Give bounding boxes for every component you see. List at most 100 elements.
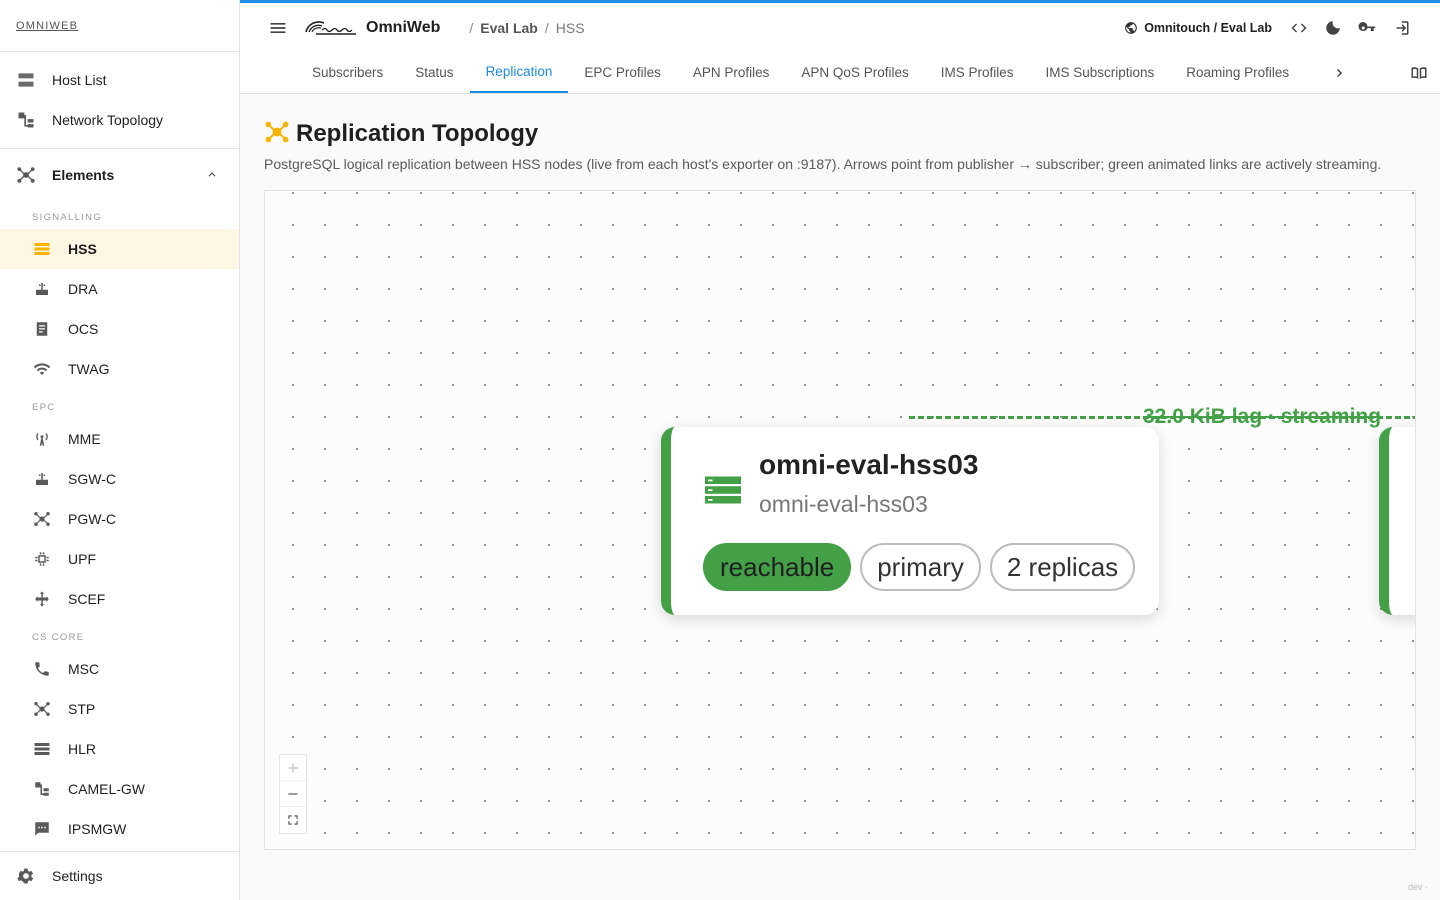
replication-link-label: 32.0 KiB lag · streaming bbox=[1143, 405, 1382, 428]
logout-icon bbox=[1396, 20, 1409, 35]
sidebar-item-label: SGW-C bbox=[68, 471, 116, 487]
storage-icon bbox=[32, 239, 52, 259]
breadcrumb: / Eval Lab / HSS bbox=[462, 20, 584, 36]
sidebar-item-label: UPF bbox=[68, 551, 96, 567]
sidebar-item-label: SCEF bbox=[68, 591, 106, 607]
app-name: OmniWeb bbox=[366, 18, 441, 36]
zoom-controls bbox=[279, 754, 307, 834]
sidebar-item-scef[interactable]: SCEF bbox=[0, 579, 239, 619]
menu-toggle-button[interactable] bbox=[266, 16, 290, 40]
tab-roaming-profiles[interactable]: Roaming Profiles bbox=[1170, 52, 1305, 93]
sidebar-item-host-list[interactable]: Host List bbox=[0, 60, 239, 100]
sidebar-item-mme[interactable]: MME bbox=[0, 419, 239, 459]
section-label-epc: EPC bbox=[32, 402, 56, 413]
hub-icon bbox=[264, 119, 290, 150]
tab-status[interactable]: Status bbox=[399, 52, 469, 93]
tab-subscribers[interactable]: Subscribers bbox=[296, 52, 399, 93]
sidebar-item-sgw-c[interactable]: SGW-C bbox=[0, 459, 239, 499]
fit-view-button[interactable] bbox=[280, 807, 306, 833]
sidebar-item-label: PGW-C bbox=[68, 511, 116, 527]
code-view-button[interactable] bbox=[1282, 11, 1316, 45]
node-badges: reachable primary 2 replicas bbox=[703, 543, 1144, 591]
hamburger-icon bbox=[270, 22, 286, 33]
brand-logo[interactable]: OMNIWEB bbox=[0, 0, 239, 52]
zoom-in-button[interactable] bbox=[280, 755, 306, 781]
chevron-right-icon bbox=[1337, 68, 1343, 77]
hub-icon bbox=[32, 509, 52, 529]
minus-icon bbox=[288, 792, 298, 795]
elements-label: Elements bbox=[52, 167, 115, 183]
elements-group-toggle[interactable]: Elements bbox=[0, 151, 239, 199]
breadcrumb-separator: / bbox=[469, 19, 474, 36]
sidebar-item-label: CAMEL-GW bbox=[68, 781, 145, 797]
api-key-button[interactable] bbox=[1350, 11, 1384, 45]
hub-icon bbox=[32, 699, 52, 719]
tab-ims-profiles[interactable]: IMS Profiles bbox=[925, 52, 1030, 93]
topology-canvas[interactable]: 32.0 KiB lag · streaming omni-eval-hss03… bbox=[264, 190, 1416, 850]
sidebar-nav[interactable]: Host List Network Topology Elements SIGN… bbox=[0, 52, 239, 851]
sidebar-item-upf[interactable]: UPF bbox=[0, 539, 239, 579]
tab-ims-subscriptions[interactable]: IMS Subscriptions bbox=[1030, 52, 1171, 93]
sidebar: OMNIWEB Host List Network Topology Eleme… bbox=[0, 0, 240, 900]
elements-hub-icon bbox=[16, 165, 36, 185]
sidebar-item-label: DRA bbox=[68, 281, 98, 297]
brand-text: OMNIWEB bbox=[16, 19, 79, 32]
replica-count-badge: 2 replicas bbox=[989, 543, 1136, 591]
sidebar-item-msc[interactable]: MSC bbox=[0, 649, 239, 689]
tab-replication[interactable]: Replication bbox=[469, 52, 569, 93]
sidebar-item-network-topology[interactable]: Network Topology bbox=[0, 100, 239, 140]
tabs-scroll-right-button[interactable] bbox=[1319, 52, 1361, 93]
sidebar-item-label: TWAG bbox=[68, 361, 110, 377]
environment-label: dev · bbox=[1407, 882, 1428, 892]
settings-label: Settings bbox=[52, 868, 103, 884]
sidebar-item-hss[interactable]: HSS bbox=[0, 229, 239, 269]
sidebar-item-label: MSC bbox=[68, 661, 100, 677]
hss-node-card[interactable]: omni-eval-hss03 omni-eval-hss03 reachabl… bbox=[661, 427, 1159, 615]
sidebar-item-camel-gw[interactable]: CAMEL-GW bbox=[0, 769, 239, 809]
tab-epc-profiles[interactable]: EPC Profiles bbox=[568, 52, 677, 93]
breadcrumb-separator: / bbox=[544, 19, 549, 36]
node-hostname: omni-eval-hss03 bbox=[759, 491, 928, 517]
sidebar-item-label: STP bbox=[68, 701, 96, 717]
hss-node-card-partial[interactable] bbox=[1379, 427, 1415, 615]
sidebar-item-settings[interactable]: Settings bbox=[0, 851, 239, 900]
sidebar-item-dra[interactable]: DRA bbox=[0, 269, 239, 309]
chevron-up-icon bbox=[205, 167, 219, 184]
wifi-icon bbox=[32, 359, 52, 379]
logout-button[interactable] bbox=[1384, 11, 1418, 45]
tab-apn-qos-profiles[interactable]: APN QoS Profiles bbox=[785, 52, 924, 93]
sidebar-item-twag[interactable]: TWAG bbox=[0, 349, 239, 389]
page-header: Replication Topology PostgreSQL logical … bbox=[264, 118, 1416, 172]
sidebar-item-ipsmgw[interactable]: IPSMGW bbox=[0, 809, 239, 849]
docs-button[interactable] bbox=[1398, 52, 1440, 93]
status-badge: reachable bbox=[703, 543, 852, 591]
sidebar-item-pgw-c[interactable]: PGW-C bbox=[0, 499, 239, 539]
section-label-cs-core: CS CORE bbox=[32, 632, 85, 643]
book-icon bbox=[1411, 66, 1427, 79]
phone-icon bbox=[32, 659, 52, 679]
key-icon bbox=[1358, 21, 1376, 31]
sidebar-item-ocs[interactable]: OCS bbox=[0, 309, 239, 349]
zoom-out-button[interactable] bbox=[280, 781, 306, 807]
page-description: PostgreSQL logical replication between H… bbox=[264, 156, 1382, 172]
sidebar-item-label: Host List bbox=[52, 72, 107, 88]
sidebar-item-stp[interactable]: STP bbox=[0, 689, 239, 729]
tab-apn-profiles[interactable]: APN Profiles bbox=[677, 52, 786, 93]
node-name: omni-eval-hss03 bbox=[759, 449, 979, 480]
storage-icon bbox=[705, 475, 741, 505]
sidebar-item-hlr[interactable]: HLR bbox=[0, 729, 239, 769]
breadcrumb-item-eval-lab[interactable]: Eval Lab bbox=[480, 20, 538, 36]
tenant-selector[interactable]: Omnitouch / Eval Lab bbox=[1124, 21, 1272, 35]
network-topology-icon bbox=[16, 110, 36, 130]
sidebar-item-label: IPSMGW bbox=[68, 821, 127, 837]
tenant-label: Omnitouch / Eval Lab bbox=[1144, 20, 1272, 35]
antenna-icon bbox=[32, 429, 52, 449]
dark-mode-toggle[interactable] bbox=[1316, 11, 1350, 45]
breadcrumb-item-hss: HSS bbox=[555, 19, 585, 36]
router-icon bbox=[32, 279, 52, 299]
sidebar-item-label: MME bbox=[68, 431, 101, 447]
storage-icon bbox=[32, 739, 52, 759]
sms-icon bbox=[32, 819, 52, 839]
section-label-signalling: SIGNALLING bbox=[32, 212, 103, 223]
moon-icon bbox=[1326, 20, 1340, 35]
